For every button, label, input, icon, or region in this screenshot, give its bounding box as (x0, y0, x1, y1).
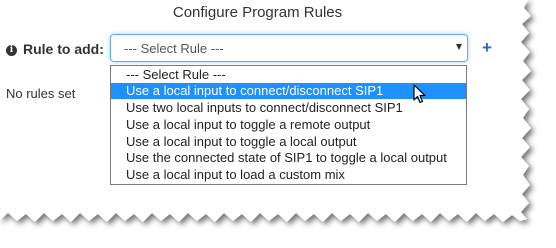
plus-icon[interactable]: + (482, 38, 492, 58)
caret-down-icon (456, 44, 462, 50)
mouse-pointer-icon (413, 84, 426, 104)
rule-dropdown-list[interactable]: --- Select Rule --- Use a local input to… (110, 65, 467, 185)
screenshot-stage: Configure Program Rules i Rule to add: -… (0, 0, 556, 248)
rule-to-add-label: Rule to add: (23, 41, 104, 57)
dropdown-option[interactable]: Use a local input to toggle a local outp… (111, 134, 466, 150)
dropdown-option[interactable]: Use a local input to load a custom mix (111, 167, 466, 183)
dropdown-option[interactable]: Use a local input to toggle a remote out… (111, 117, 466, 133)
info-circle-icon[interactable]: i (6, 45, 17, 56)
dropdown-option[interactable]: Use the connected state of SIP1 to toggl… (111, 150, 466, 166)
rule-select-value: --- Select Rule --- (124, 41, 224, 56)
empty-state-text: No rules set (6, 86, 76, 101)
dialog-title: Configure Program Rules (172, 4, 343, 21)
dropdown-option[interactable]: --- Select Rule --- (111, 67, 466, 83)
rule-select[interactable]: --- Select Rule --- (110, 34, 468, 62)
